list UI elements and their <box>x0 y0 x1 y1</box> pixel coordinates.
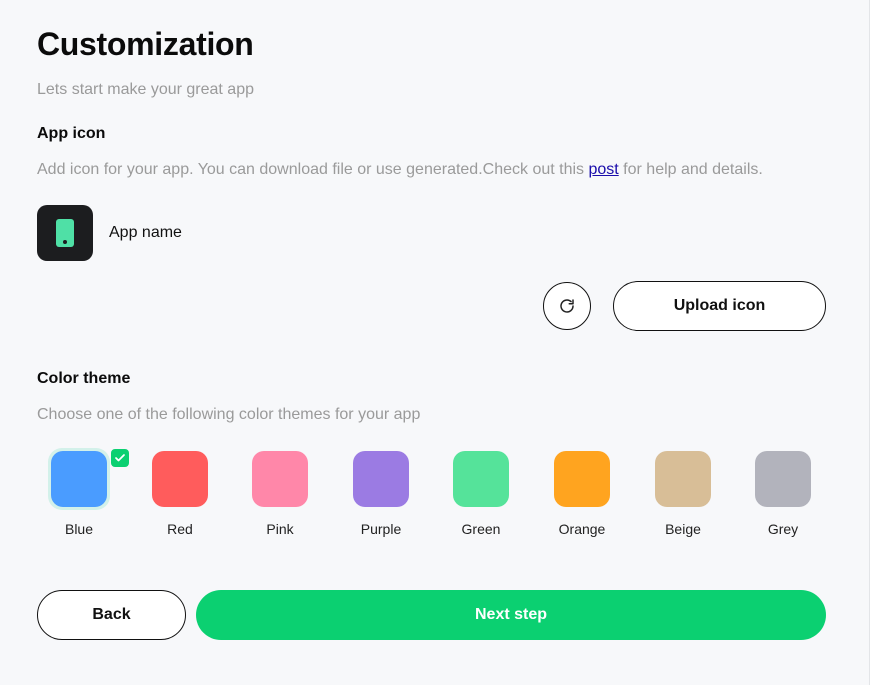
color-swatch-frame <box>249 448 311 510</box>
color-swatch-frame <box>652 448 714 510</box>
help-post-link[interactable]: post <box>588 161 618 178</box>
regenerate-icon-button[interactable] <box>543 282 591 330</box>
color-swatch-blue[interactable]: Blue <box>32 448 129 548</box>
next-step-button[interactable]: Next step <box>196 590 826 640</box>
app-name-label: App name <box>109 224 182 241</box>
color-swatch-label: Blue <box>64 521 94 537</box>
color-tile <box>353 451 409 507</box>
color-swatch-label: Red <box>167 521 193 537</box>
color-swatch-grey[interactable]: Grey <box>736 448 826 548</box>
color-swatch-label: Orange <box>558 521 606 537</box>
customization-page: Customization Lets start make your great… <box>0 0 870 685</box>
color-swatch-orange[interactable]: Orange <box>535 448 625 548</box>
color-tile <box>152 451 208 507</box>
color-swatch-green[interactable]: Green <box>434 448 524 548</box>
color-swatch-frame <box>450 448 512 510</box>
color-swatch-beige[interactable]: Beige <box>636 448 726 548</box>
page-subtitle: Lets start make your great app <box>37 81 254 98</box>
color-tile <box>252 451 308 507</box>
color-swatch-frame <box>350 448 412 510</box>
app-icon-description-suffix: for help and details. <box>618 161 763 178</box>
upload-icon-button[interactable]: Upload icon <box>613 281 826 331</box>
color-theme-list: Blue Red Pink Purple Green Orange Beige Grey <box>0 448 870 548</box>
refresh-icon <box>560 299 574 313</box>
color-tile <box>755 451 811 507</box>
color-swatch-frame <box>752 448 814 510</box>
color-swatch-label: Purple <box>360 521 402 537</box>
color-swatch-frame <box>149 448 211 510</box>
color-theme-description: Choose one of the following color themes… <box>37 406 421 423</box>
color-swatch-label: Pink <box>266 521 294 537</box>
app-icon-section-title: App icon <box>37 125 106 142</box>
color-swatch-label: Beige <box>665 521 701 537</box>
color-swatch-label: Green <box>461 521 501 537</box>
color-swatch-frame <box>48 448 110 510</box>
color-tile <box>554 451 610 507</box>
app-icon-description: Add icon for your app. You can download … <box>37 161 763 179</box>
checkmark-icon <box>111 449 129 467</box>
back-button[interactable]: Back <box>37 590 186 640</box>
app-icon-description-prefix: Add icon for your app. You can download … <box>37 161 589 178</box>
color-theme-section-title: Color theme <box>37 370 131 387</box>
color-swatch-pink[interactable]: Pink <box>233 448 323 548</box>
color-tile <box>655 451 711 507</box>
page-title: Customization <box>37 26 254 62</box>
color-swatch-frame <box>551 448 613 510</box>
color-swatch-label: Grey <box>767 521 799 537</box>
color-swatch-red[interactable]: Red <box>133 448 223 548</box>
color-tile <box>51 451 107 507</box>
color-tile <box>453 451 509 507</box>
app-icon-preview <box>37 205 93 261</box>
phone-icon <box>56 219 74 247</box>
color-swatch-purple[interactable]: Purple <box>334 448 424 548</box>
